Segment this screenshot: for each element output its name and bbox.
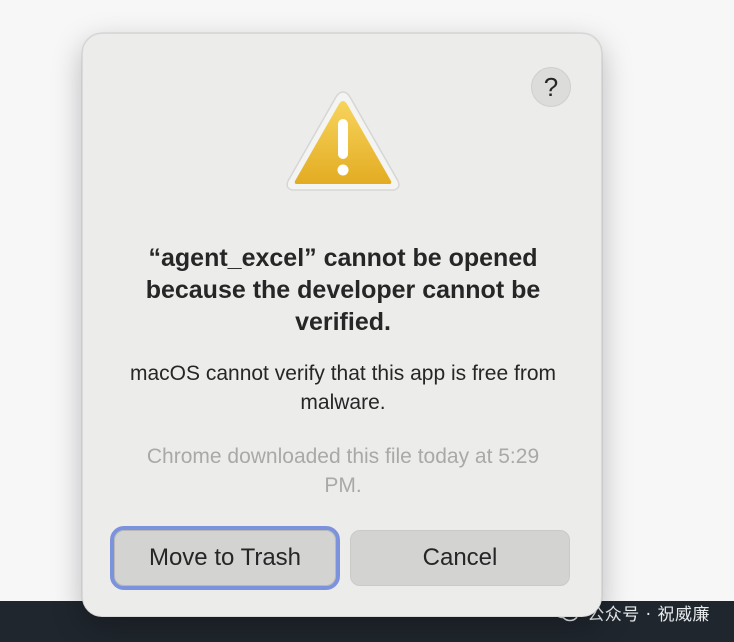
alert-title: “agent_excel” cannot be opened because t… bbox=[145, 244, 541, 336]
move-to-trash-button[interactable]: Move to Trash bbox=[110, 526, 340, 590]
alert-message: macOS cannot verify that this app is fre… bbox=[129, 362, 556, 414]
download-info: Chrome downloaded this file today at 5:2… bbox=[146, 445, 540, 497]
cancel-button[interactable]: Cancel bbox=[350, 530, 570, 586]
help-button[interactable]: ? bbox=[531, 67, 571, 107]
move-to-trash-label: Move to Trash bbox=[148, 544, 302, 571]
cancel-label: Cancel bbox=[422, 544, 498, 571]
watermark-text: 公众号 · 祝威廉 bbox=[587, 604, 710, 625]
warning-icon bbox=[286, 91, 400, 191]
gatekeeper-alert-dialog: ? “agent_excel” cannot be opened because… bbox=[82, 33, 602, 617]
help-button-label: ? bbox=[543, 71, 559, 102]
